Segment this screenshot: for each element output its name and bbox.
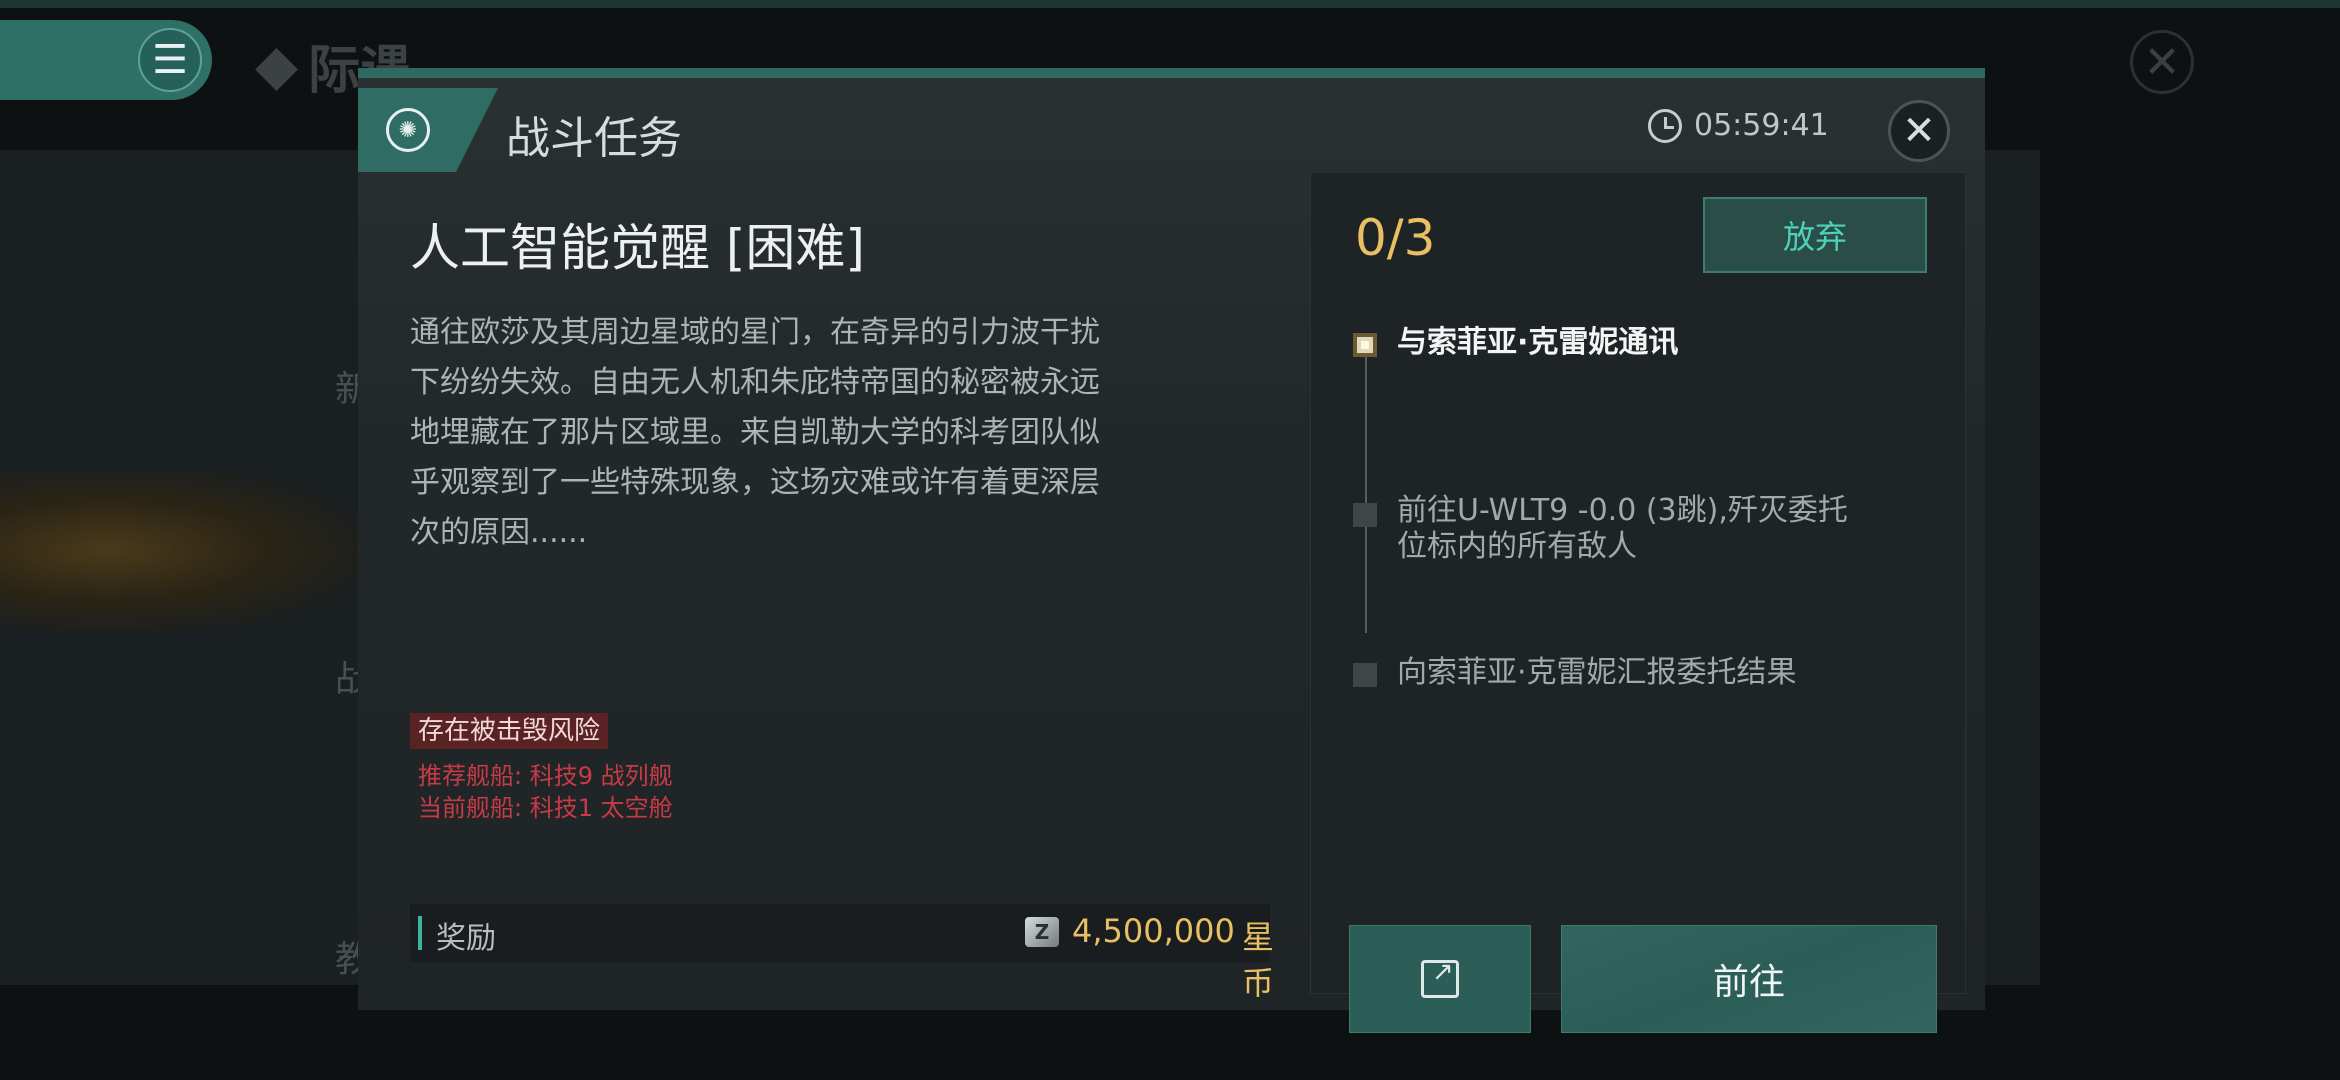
step-marker: [1353, 503, 1377, 527]
countdown-timer: 05:59:41: [1648, 108, 1829, 143]
objective-step: 前往U-WLT9 -0.0 (3跳),歼灭委托位标内的所有敌人: [1397, 493, 1848, 564]
go-button[interactable]: 前往: [1561, 925, 1937, 1033]
timer-value: 05:59:41: [1694, 108, 1829, 143]
abandon-button[interactable]: 放弃: [1703, 197, 1927, 273]
star-coin-icon: Z: [1025, 917, 1059, 947]
menu-icon: ☰: [138, 28, 202, 92]
brand-logo-icon: ◆: [255, 33, 299, 98]
dialog-top-bar: [358, 68, 1985, 78]
step-marker-active: [1353, 333, 1377, 357]
steps-timeline: [1365, 353, 1367, 633]
objective-step: 与索菲亚·克雷妮通讯: [1397, 325, 1679, 360]
menu-button[interactable]: ☰: [0, 20, 212, 100]
background-glow: [0, 470, 360, 630]
recommended-ship: 推荐舰船: 科技9 战列舰: [418, 762, 673, 790]
share-button[interactable]: [1349, 925, 1531, 1033]
mission-description: 通往欧莎及其周边星域的星门，在奇异的引力波干扰下纷纷失效。自由无人机和朱庇特帝国…: [410, 315, 1100, 550]
share-icon: [1421, 957, 1459, 998]
risk-badge: 存在被击毁风险: [410, 713, 609, 749]
mission-type-tab: ✺: [358, 88, 498, 172]
target-icon: ✺: [386, 108, 430, 152]
objective-step: 向索菲亚·克雷妮汇报委托结果: [1397, 655, 1797, 690]
reward-bar: 奖励 Z 4,500,000 星币: [410, 904, 1274, 1002]
background-close-button[interactable]: ✕: [2130, 30, 2194, 94]
objective-progress: 0/3: [1355, 209, 1436, 267]
step-marker: [1353, 663, 1377, 687]
reward-amount: 4,500,000: [1072, 912, 1235, 950]
mission-name: 人工智能觉醒 [困难]: [410, 219, 865, 277]
current-ship: 当前舰船: 科技1 太空舱: [418, 794, 673, 822]
objectives-panel: 0/3 放弃 与索菲亚·克雷妮通讯 前往U-WLT9 -0.0 (3跳),歼灭委…: [1310, 172, 1966, 1033]
dialog-title: 战斗任务: [506, 113, 682, 164]
top-accent-line: [0, 0, 2340, 8]
close-button[interactable]: ✕: [1888, 100, 1950, 162]
reward-label: 奖励: [436, 921, 496, 956]
combat-mission-dialog: ✺ 战斗任务 05:59:41 ✕ 人工智能觉醒 [困难] 通往欧莎及其周边星域…: [358, 68, 1985, 1033]
clock-icon: [1648, 108, 1682, 143]
reward-accent: [418, 916, 422, 950]
reward-unit: 星币: [1242, 918, 1275, 1002]
